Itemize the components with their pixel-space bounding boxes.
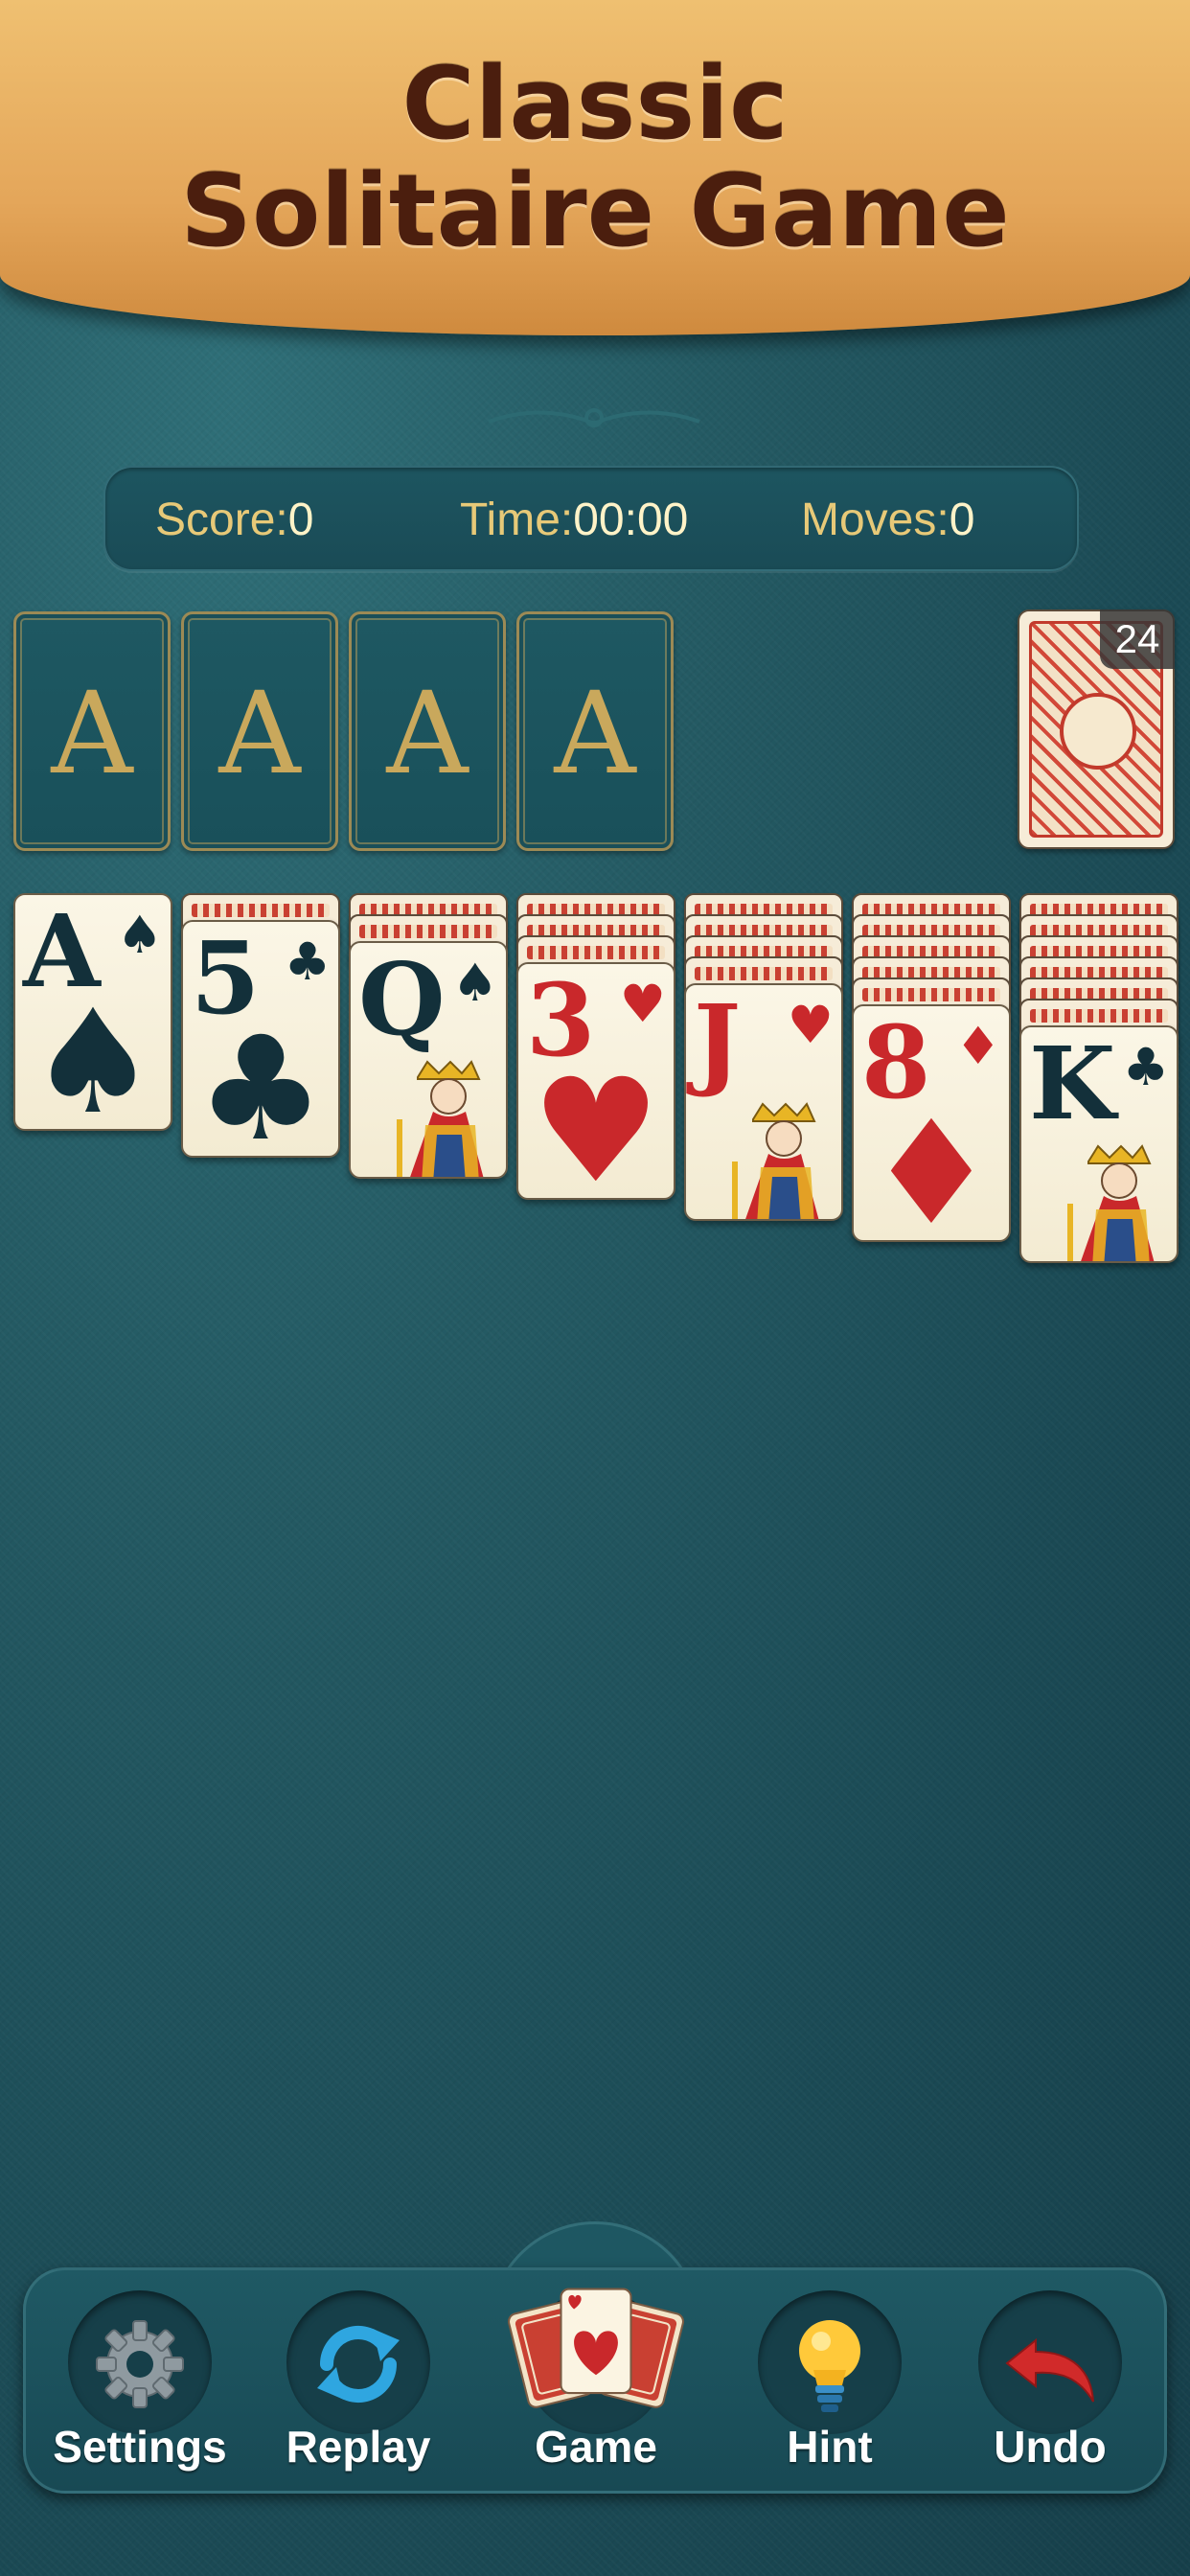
foundation-slot[interactable]: A (13, 611, 171, 851)
card-suit-large: ♠ (28, 979, 158, 1131)
stats-bar: Score:0 Time:00:00 Moves:0 (103, 466, 1079, 571)
undo-label: Undo (994, 2422, 1107, 2472)
card-suit-small: ♣ (284, 932, 331, 992)
undo-arrow-icon (1005, 2337, 1094, 2403)
face-up-card[interactable]: 3 ♥ ♥ (516, 962, 675, 1200)
face-up-card[interactable]: 5 ♣ ♣ (181, 920, 340, 1158)
hint-button[interactable]: Hint (744, 2290, 916, 2482)
gear-icon (96, 2320, 184, 2408)
face-up-card[interactable]: A ♠ ♠ (13, 893, 172, 1131)
card-rank: Q (358, 941, 446, 1058)
hint-label: Hint (787, 2422, 873, 2472)
game-title: Classic Solitaire Game (180, 45, 1010, 269)
card-suit-small: ♥ (787, 995, 834, 1055)
game-button[interactable]: Game (507, 2288, 685, 2482)
card-suit-large: ♦ (866, 1091, 996, 1242)
foundation-label: A (218, 667, 301, 799)
ornament-icon (488, 408, 700, 427)
card-suit-small: ♠ (451, 953, 498, 1013)
court-figure-icon (732, 1102, 819, 1219)
moves-label: Moves: (801, 494, 950, 545)
score-value: 0 (287, 494, 314, 545)
card-back-medallion (1060, 693, 1136, 770)
score-display: Score:0 (155, 494, 313, 546)
face-up-card[interactable]: Q ♠ (349, 941, 508, 1179)
court-figure-icon (1067, 1144, 1155, 1261)
card-suit-small: ♠ (116, 905, 163, 965)
time-value: 00:00 (573, 494, 689, 545)
foundation-label: A (51, 667, 133, 799)
foundation-slot[interactable]: A (181, 611, 338, 851)
court-figure-icon (397, 1060, 484, 1177)
settings-button[interactable]: Settings (53, 2290, 227, 2482)
card-rank: K (1029, 1025, 1115, 1142)
card-suit-small: ♥ (619, 974, 666, 1034)
title-banner: Classic Solitaire Game (0, 0, 1190, 335)
moves-value: 0 (949, 494, 975, 545)
face-up-card[interactable]: K ♣ (1019, 1025, 1179, 1263)
card-suit-large: ♣ (195, 1006, 326, 1158)
card-suit-small: ♣ (1122, 1037, 1169, 1097)
undo-button[interactable]: Undo (964, 2290, 1136, 2482)
time-display: Time:00:00 (460, 494, 688, 546)
stock-count-badge: 24 (1100, 610, 1175, 669)
replay-label: Replay (286, 2422, 431, 2472)
time-label: Time: (460, 494, 574, 545)
cards-icon (507, 2288, 685, 2408)
card-suit-small: ♦ (954, 1016, 1001, 1076)
card-suit-large: ♥ (531, 1048, 661, 1200)
face-up-card[interactable]: J ♥ (684, 983, 843, 1221)
settings-label: Settings (53, 2422, 227, 2472)
stock-pile[interactable]: 24 (1018, 610, 1175, 849)
game-label: Game (535, 2422, 657, 2472)
foundation-slot[interactable]: A (516, 611, 674, 851)
replay-button[interactable]: Replay (272, 2290, 445, 2482)
lightbulb-icon (799, 2320, 860, 2412)
foundation-label: A (386, 667, 469, 799)
score-label: Score: (155, 494, 288, 545)
card-rank: J (694, 983, 741, 1100)
foundation-label: A (554, 667, 636, 799)
refresh-icon (317, 2325, 400, 2404)
face-up-card[interactable]: 8 ♦ ♦ (852, 1004, 1011, 1242)
moves-display: Moves:0 (801, 494, 974, 546)
foundation-slot[interactable]: A (349, 611, 506, 851)
